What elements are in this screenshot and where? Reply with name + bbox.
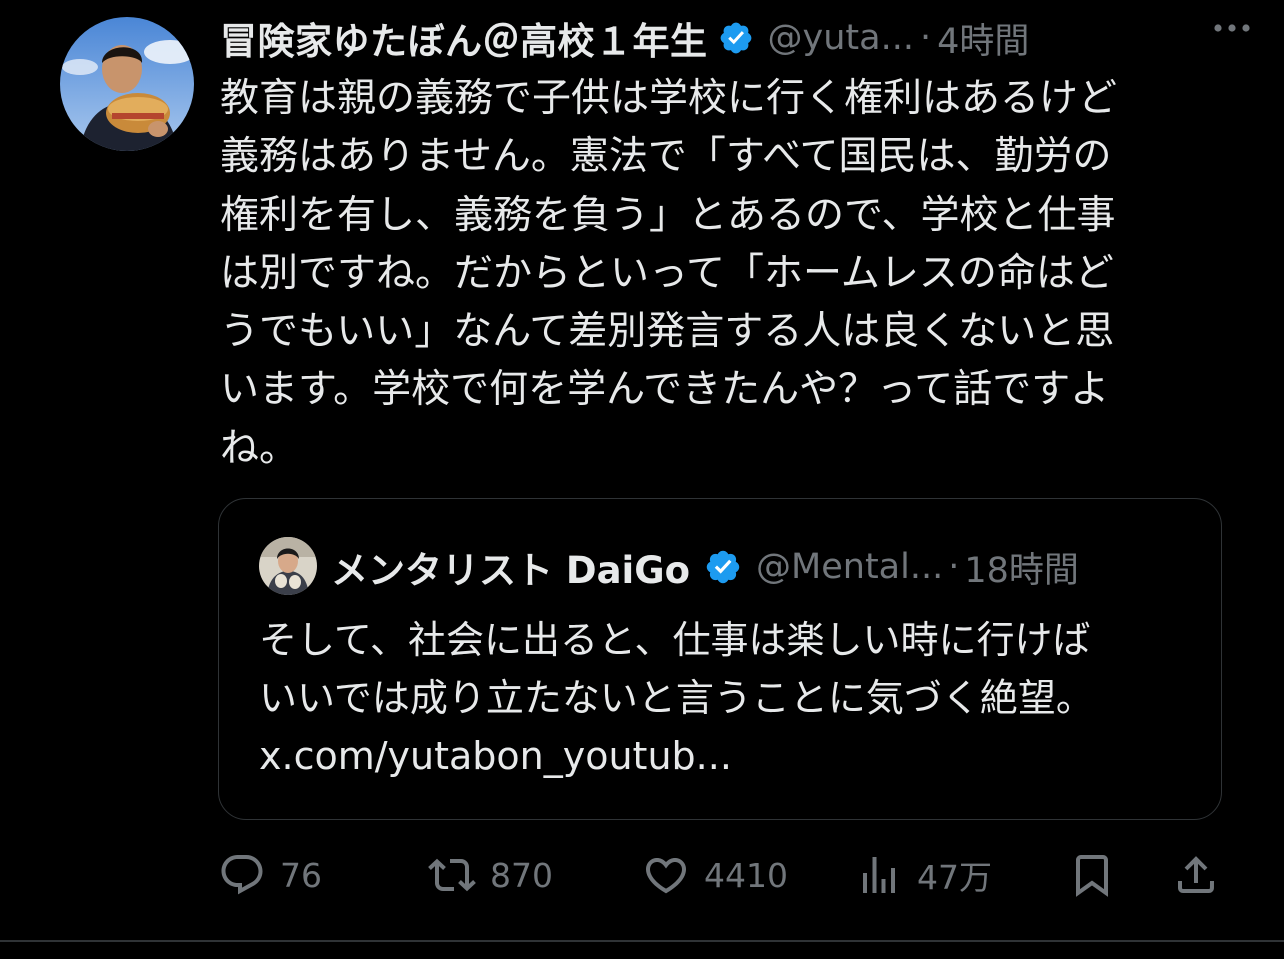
retweet-icon [428, 858, 476, 892]
verified-badge-icon [720, 22, 751, 54]
author-avatar[interactable] [60, 17, 194, 151]
quoted-tweet-header: メンタリスト DaiGo @Mental... · 18時間 [331, 539, 1079, 595]
bookmark-icon [1076, 855, 1108, 897]
reply-count: 76 [280, 855, 322, 895]
reply-icon [221, 855, 263, 895]
tweet-text-line: は別ですね。だからといって「ホームレスの命はど [220, 250, 1114, 296]
author-display-name[interactable]: 冒険家ゆたぼん＠高校１年生 [220, 11, 708, 65]
views-button[interactable]: 47万 [855, 848, 992, 902]
quoted-text-line: そして、社会に出ると、仕事は楽しい時に行けば [259, 618, 1091, 662]
tweet: 冒険家ゆたぼん＠高校１年生 @yuta... · 4時間 教育は親の義務で子供は… [0, 0, 1284, 940]
views-count: 47万 [917, 858, 992, 897]
tweet-text-line: 義務はありません。憲法で「すべて国民は、勤労の [220, 134, 1112, 180]
author-avatar-image [60, 17, 194, 151]
quoted-link[interactable]: x.com/yutabon_youtub... [259, 727, 1199, 785]
author-handle[interactable]: @yuta... [768, 18, 914, 58]
action-bar: 76 870 4410 47万 [0, 840, 1284, 910]
quoted-author-avatar-image [259, 537, 317, 595]
quoted-tweet-text: そして、社会に出ると、仕事は楽しい時に行けば いいでは成り立たないと言うことに気… [259, 611, 1199, 785]
quoted-author-display-name: メンタリスト DaiGo [331, 549, 691, 592]
header-separator: · [919, 18, 932, 58]
tweet-text-line: ね。 [220, 425, 299, 471]
bottom-divider [0, 940, 1284, 942]
views-icon [863, 857, 895, 893]
more-icon[interactable] [1210, 8, 1254, 48]
tweet-timestamp[interactable]: 4時間 [937, 13, 1029, 64]
like-button[interactable]: 4410 [642, 848, 788, 902]
retweet-button[interactable]: 870 [428, 848, 553, 902]
tweet-text-line: うでもいい」なんて差別発言する人は良くないと思 [220, 309, 1115, 355]
tweet-text-line: います。学校で何を学んできたんや？って話ですよ [220, 367, 1110, 413]
tweet-text-line: 権利を有し、義務を負う」とあるので、学校と仕事 [220, 192, 1116, 238]
share-button[interactable] [1172, 848, 1220, 902]
reply-button[interactable]: 76 [218, 848, 322, 902]
quoted-author-handle: @Mental... [756, 547, 944, 587]
heart-icon [645, 858, 687, 894]
tweet-text-line: 教育は親の義務で子供は学校に行く権利はあるけど [220, 76, 1118, 121]
retweet-count: 870 [490, 855, 553, 895]
quoted-verified-badge-icon [706, 550, 740, 584]
bookmark-button[interactable] [1068, 848, 1116, 902]
share-icon [1178, 856, 1214, 893]
like-count: 4410 [704, 855, 788, 895]
quoted-author-avatar[interactable] [259, 537, 317, 595]
quoted-header-separator: · [948, 547, 960, 587]
tweet-text: 教育は親の義務で子供は学校に行く権利はあるけど 義務はありません。憲法で「すべて… [220, 70, 1210, 478]
quoted-tweet-card[interactable]: メンタリスト DaiGo @Mental... · 18時間 そして、社会に出る… [218, 498, 1222, 820]
quoted-text-line: いいでは成り立たないと言うことに気づく絶望。 [259, 676, 1094, 720]
tweet-header: 冒険家ゆたぼん＠高校１年生 @yuta... · 4時間 [220, 10, 1260, 66]
quoted-tweet-timestamp: 18時間 [964, 550, 1079, 591]
